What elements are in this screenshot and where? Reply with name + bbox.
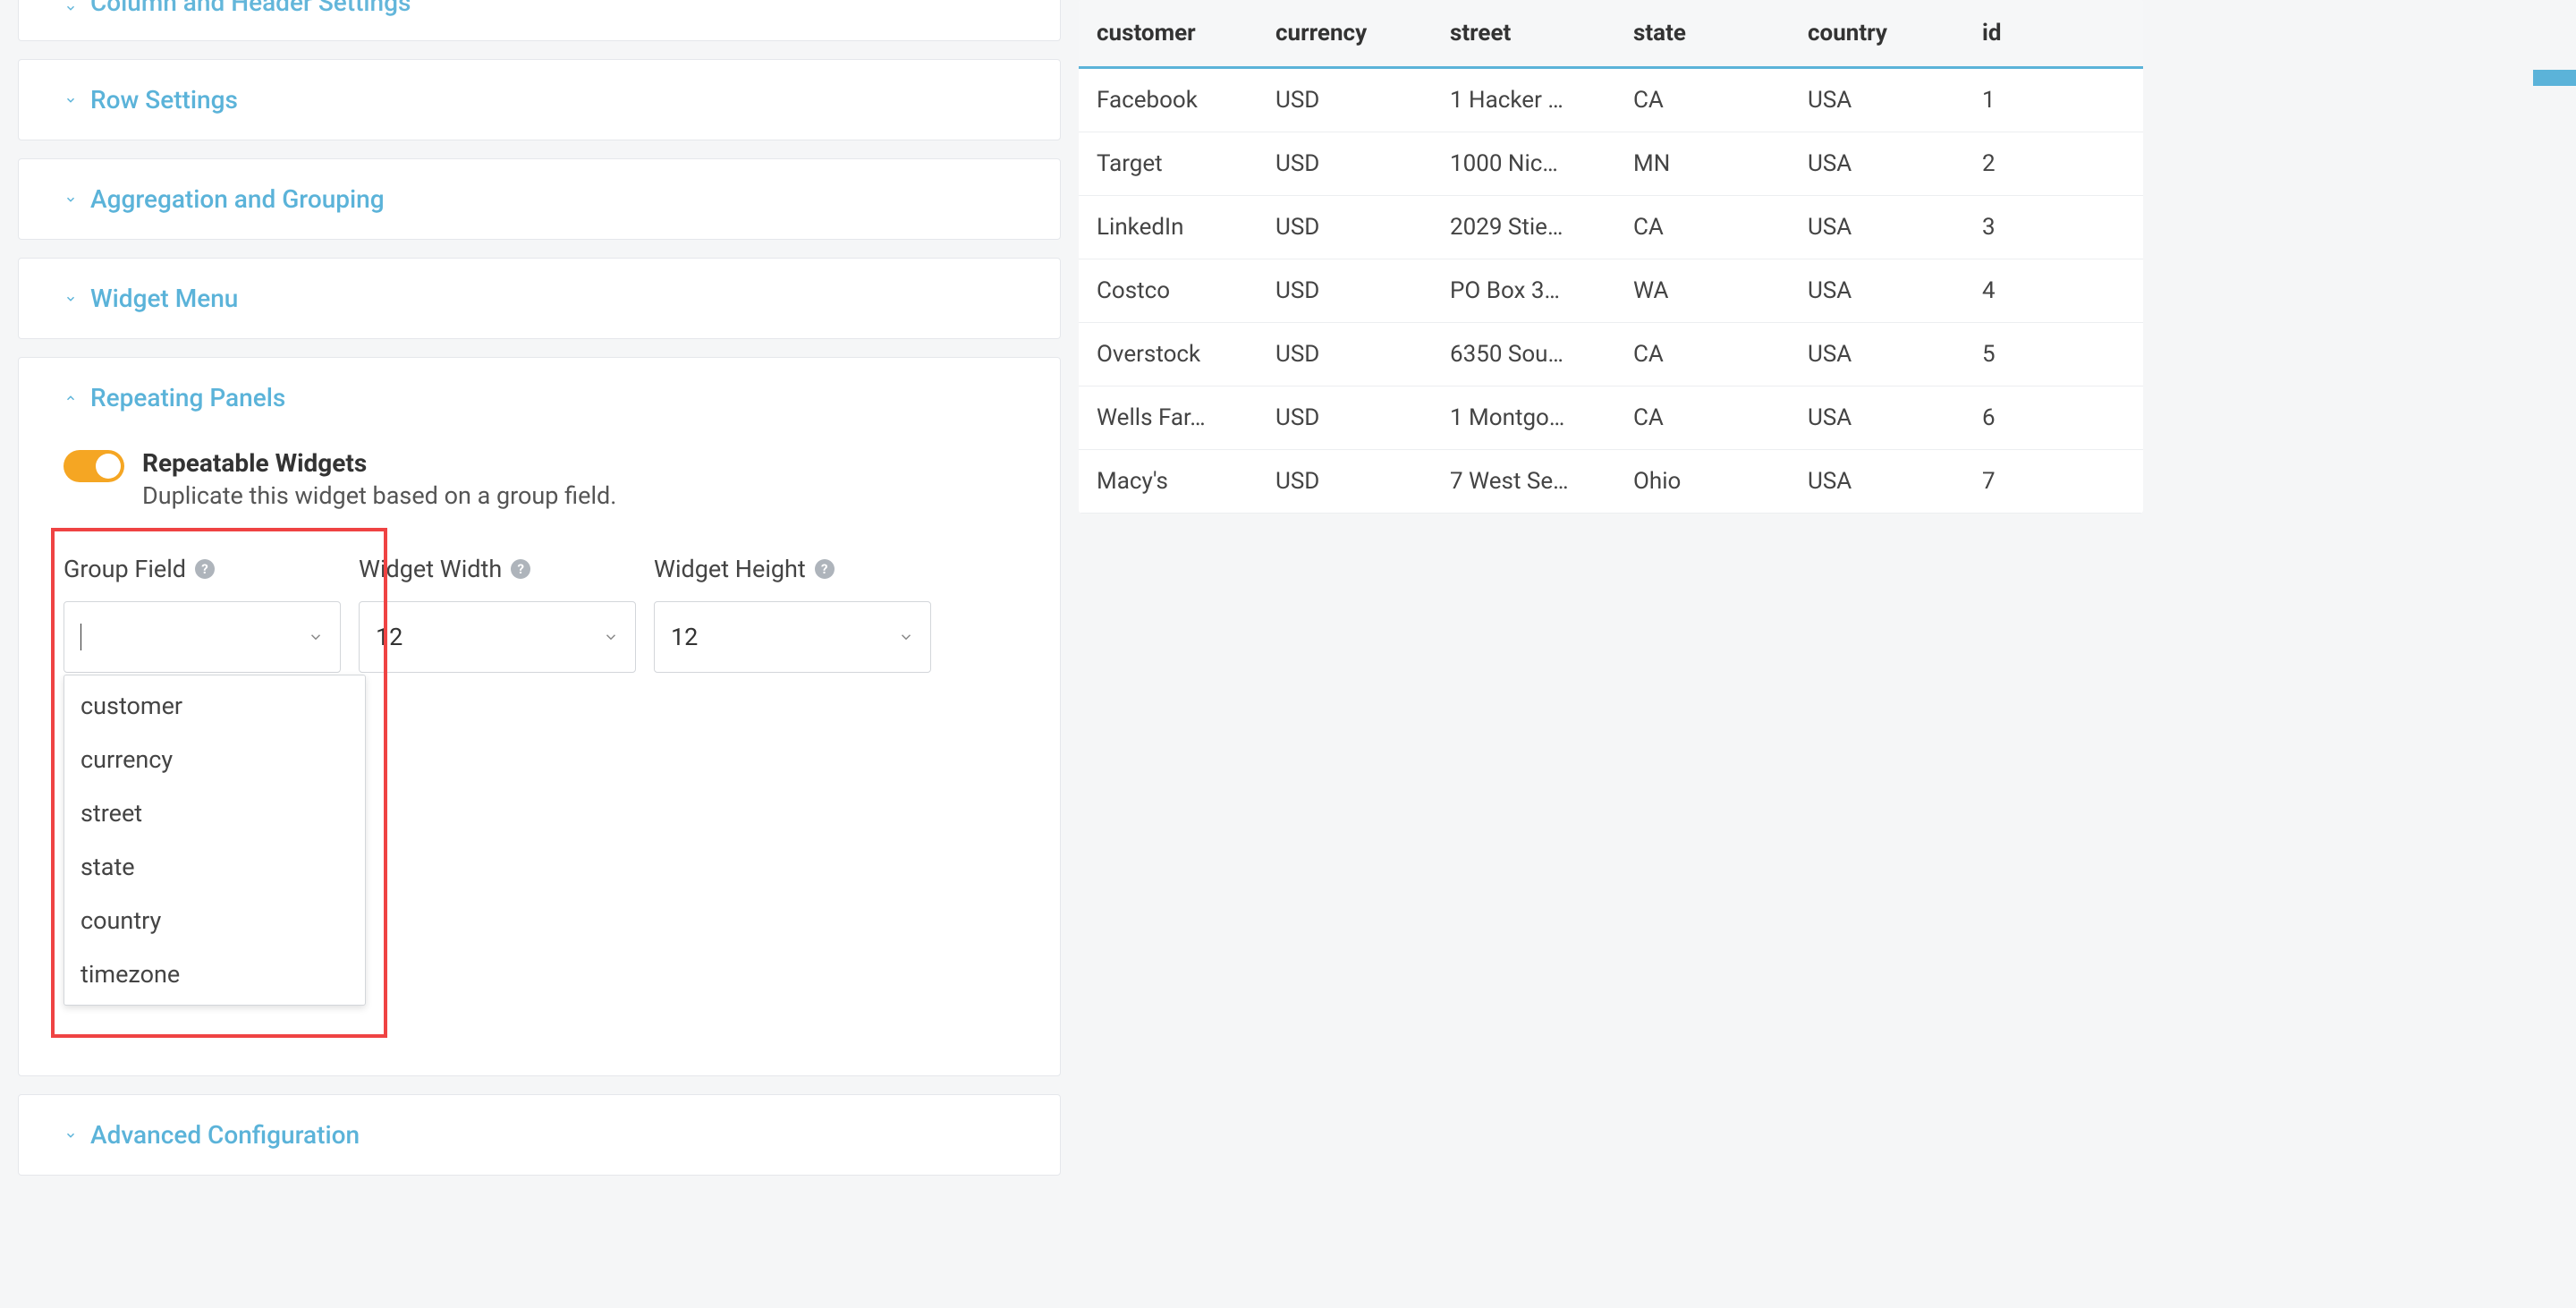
table-row[interactable]: Target USD 1000 Nic… MN USA 2 — [1079, 132, 2143, 196]
th-id[interactable]: id — [1964, 20, 2125, 47]
chevron-down-icon — [64, 292, 78, 306]
table-row[interactable]: Wells Far… USD 1 Montgo… CA USA 6 — [1079, 386, 2143, 450]
group-field-label: Group Field ? — [64, 555, 341, 583]
group-field-dropdown: customer currency street state country t… — [64, 675, 366, 1006]
th-state[interactable]: state — [1615, 20, 1790, 47]
table-row[interactable]: Overstock USD 6350 Sou… CA USA 5 — [1079, 323, 2143, 386]
repeatable-widgets-label: Repeatable Widgets — [142, 448, 616, 478]
section-aggregation[interactable]: Aggregation and Grouping — [18, 158, 1061, 240]
widget-height-select[interactable]: 12 — [654, 601, 931, 673]
section-title: Repeating Panels — [90, 383, 285, 412]
help-icon[interactable]: ? — [195, 559, 215, 579]
section-row-settings[interactable]: Row Settings — [18, 59, 1061, 140]
group-field-select[interactable] — [64, 601, 341, 673]
chevron-down-icon — [64, 192, 78, 207]
chevron-down-icon — [308, 623, 324, 651]
help-icon[interactable]: ? — [511, 559, 530, 579]
th-customer[interactable]: customer — [1079, 20, 1258, 47]
chevron-down-icon — [64, 93, 78, 107]
chevron-down-icon — [898, 623, 914, 651]
data-table: customer currency street state country i… — [1079, 0, 2143, 514]
repeatable-widgets-toggle[interactable] — [64, 450, 124, 482]
table-row[interactable]: LinkedIn USD 2029 Stie… CA USA 3 — [1079, 196, 2143, 259]
th-country[interactable]: country — [1790, 20, 1964, 47]
th-street[interactable]: street — [1432, 20, 1615, 47]
table-row[interactable]: Macy's USD 7 West Se… Ohio USA 7 — [1079, 450, 2143, 514]
dropdown-item-customer[interactable]: customer — [64, 679, 365, 733]
chevron-down-icon — [64, 1128, 78, 1142]
section-column-header[interactable]: Column and Header Settings — [18, 0, 1061, 41]
table-row[interactable]: Facebook USD 1 Hacker … CA USA 1 — [1079, 69, 2143, 132]
widget-width-select[interactable]: 12 — [359, 601, 636, 673]
dropdown-item-street[interactable]: street — [64, 786, 365, 840]
widget-height-value: 12 — [671, 623, 698, 651]
dropdown-item-timezone[interactable]: timezone — [64, 947, 365, 1001]
section-header-repeating[interactable]: Repeating Panels — [64, 383, 1015, 412]
th-currency[interactable]: currency — [1258, 20, 1432, 47]
dropdown-item-state[interactable]: state — [64, 840, 365, 894]
section-widget-menu[interactable]: Widget Menu — [18, 258, 1061, 339]
dropdown-item-currency[interactable]: currency — [64, 733, 365, 786]
section-title: Widget Menu — [90, 284, 238, 313]
section-title: Column and Header Settings — [90, 0, 411, 17]
group-field-value — [80, 624, 81, 650]
widget-width-label: Widget Width ? — [359, 555, 636, 583]
section-title: Aggregation and Grouping — [90, 184, 385, 214]
widget-height-label: Widget Height ? — [654, 555, 931, 583]
chevron-down-icon — [603, 623, 619, 651]
repeatable-widgets-desc: Duplicate this widget based on a group f… — [142, 481, 616, 510]
corner-accent — [2533, 70, 2576, 86]
table-header-row: customer currency street state country i… — [1079, 0, 2143, 69]
table-row[interactable]: Costco USD PO Box 3… WA USA 4 — [1079, 259, 2143, 323]
widget-width-value: 12 — [376, 623, 402, 651]
section-advanced-config[interactable]: Advanced Configuration — [18, 1094, 1061, 1176]
section-repeating-panels: Repeating Panels Repeatable Widgets Dupl… — [18, 357, 1061, 1076]
section-title: Advanced Configuration — [90, 1120, 360, 1150]
chevron-down-icon — [64, 1, 78, 15]
section-title: Row Settings — [90, 85, 238, 115]
dropdown-item-country[interactable]: country — [64, 894, 365, 947]
chevron-up-icon — [64, 391, 78, 405]
help-icon[interactable]: ? — [815, 559, 835, 579]
